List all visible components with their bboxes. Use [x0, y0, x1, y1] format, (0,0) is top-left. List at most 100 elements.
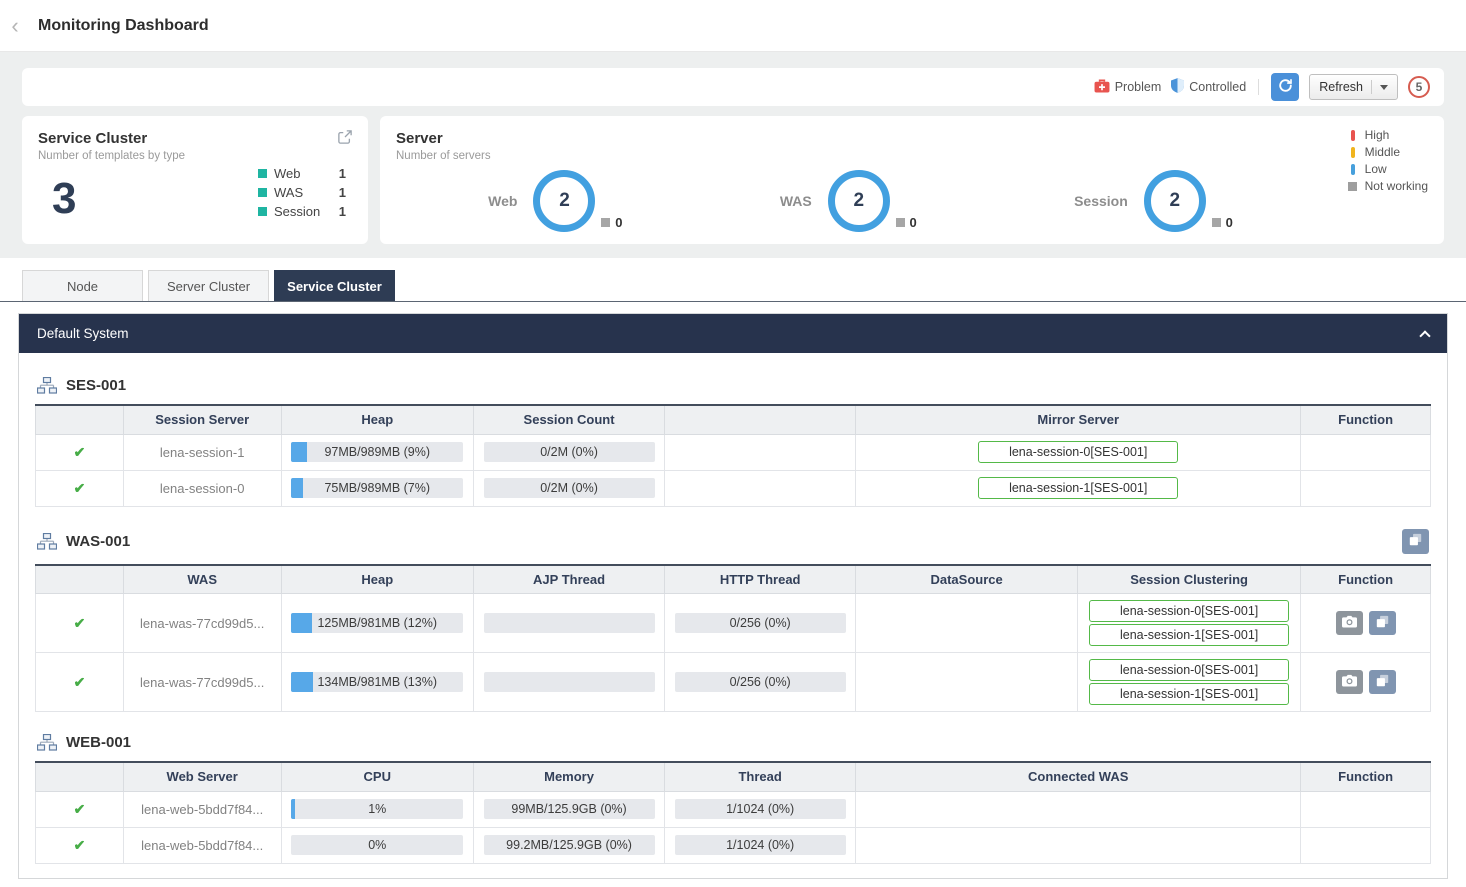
column-header: Function	[1301, 762, 1431, 791]
cell-bar: 99.2MB/125.9GB (0%)	[474, 827, 665, 863]
donut-ring: 20	[1144, 170, 1206, 232]
service-cluster-card-header: Service Cluster Number of templates by t…	[38, 130, 352, 162]
service-cluster-card: Service Cluster Number of templates by t…	[22, 116, 368, 244]
cell-bar: 0/2M (0%)	[474, 470, 665, 506]
back-chevron-icon[interactable]: ‹	[0, 15, 30, 37]
cell-bar: 1/1024 (0%)	[665, 791, 856, 827]
server-card-title: Server	[396, 130, 1428, 147]
page-header: ‹ Monitoring Dashboard	[0, 0, 1466, 52]
server-donuts: Web20WAS20Session20	[396, 170, 1428, 232]
severity-label: Low	[1365, 162, 1387, 176]
severity-swatch-icon	[1348, 130, 1359, 141]
severity-label: Middle	[1365, 145, 1400, 159]
legend-label: Session	[274, 204, 327, 219]
section-title: SES-001	[66, 377, 126, 394]
cell-empty	[856, 791, 1301, 827]
table-row: ✔lena-web-5bdd7f84...0%99.2MB/125.9GB (0…	[36, 827, 1431, 863]
column-header: DataSource	[856, 565, 1078, 594]
cell-text: lena-session-1	[123, 434, 281, 470]
copy-icon	[1376, 615, 1389, 631]
cell-empty	[856, 653, 1078, 712]
cluster-section: SES-001 Session ServerHeapSession CountMi…	[35, 377, 1431, 507]
server-card-subtitle: Number of servers	[396, 150, 1428, 162]
server-donut: Web20	[488, 170, 595, 232]
linked-server-button[interactable]: lena-session-1[SES-001]	[1089, 624, 1289, 646]
refresh-button[interactable]	[1271, 73, 1299, 101]
legend-swatch-icon	[258, 188, 267, 197]
usage-bar: 75MB/989MB (7%)	[291, 478, 463, 498]
usage-bar	[484, 672, 655, 692]
column-header: Memory	[474, 762, 665, 791]
view-tabs: NodeServer ClusterService Cluster	[0, 258, 1466, 302]
open-external-icon[interactable]	[338, 130, 352, 149]
legend-swatch-icon	[258, 169, 267, 178]
cell-text: lena-was-77cd99d5...	[123, 594, 281, 653]
section-copy-button[interactable]	[1402, 529, 1429, 554]
donut-value: 2	[559, 190, 570, 212]
linked-server-button[interactable]: lena-session-0[SES-001]	[1089, 600, 1289, 622]
cell-text: lena-web-5bdd7f84...	[123, 791, 281, 827]
column-header: AJP Thread	[474, 565, 665, 594]
cell-empty	[856, 827, 1301, 863]
linked-server-button[interactable]: lena-session-0[SES-001]	[978, 441, 1178, 463]
not-working-swatch-icon	[1212, 218, 1221, 227]
chevron-up-icon[interactable]	[1419, 330, 1430, 341]
panel-header[interactable]: Default System	[19, 314, 1447, 353]
column-header: WAS	[123, 565, 281, 594]
cell-icons	[1301, 594, 1431, 653]
copy-button[interactable]	[1369, 611, 1396, 635]
severity-legend: HighMiddleLowNot working	[1348, 128, 1428, 193]
cell-tags: lena-session-0[SES-001]lena-session-1[SE…	[1078, 653, 1301, 712]
linked-server-button[interactable]: lena-session-1[SES-001]	[1089, 683, 1289, 705]
usage-bar: 1/1024 (0%)	[675, 799, 846, 819]
cell-bar: 0/256 (0%)	[665, 653, 856, 712]
tab-node[interactable]: Node	[22, 270, 143, 301]
usage-bar: 0/256 (0%)	[675, 613, 846, 633]
donut-ring: 20	[828, 170, 890, 232]
service-cluster-card-body: 3 Web1WAS1Session1	[38, 166, 352, 221]
refresh-icon	[1278, 78, 1293, 96]
cell-empty	[1301, 827, 1431, 863]
table-header-row: Session ServerHeapSession CountMirror Se…	[36, 405, 1431, 434]
legend-label: Web	[274, 166, 327, 181]
cell-bar: 0/2M (0%)	[474, 434, 665, 470]
status-cell: ✔	[36, 827, 124, 863]
camera-button[interactable]	[1336, 611, 1363, 635]
status-ok-icon: ✔	[74, 837, 86, 853]
copy-button[interactable]	[1369, 670, 1396, 694]
monitoring-dashboard-page: ‹ Monitoring Dashboard Problem Controlle…	[0, 0, 1466, 879]
refresh-countdown-badge: 5	[1408, 76, 1430, 98]
status-cell: ✔	[36, 791, 124, 827]
status-cell: ✔	[36, 470, 124, 506]
tab-service-cluster[interactable]: Service Cluster	[274, 270, 395, 301]
donut-value: 2	[853, 190, 864, 212]
refresh-interval-dropdown[interactable]: Refresh	[1309, 74, 1398, 100]
cell-bar: 99MB/125.9GB (0%)	[474, 791, 665, 827]
severity-label: Not working	[1365, 179, 1428, 193]
dashboard-summary-band: Problem Controlled Refresh 5 Service	[0, 52, 1466, 258]
panel-title: Default System	[37, 326, 129, 341]
linked-server-button[interactable]: lena-session-0[SES-001]	[1089, 659, 1289, 681]
cluster-section: WAS-001WASHeapAJP ThreadHTTP ThreadDataS…	[35, 529, 1431, 713]
column-header: Connected WAS	[856, 762, 1301, 791]
donut-ring-circle: 2	[533, 170, 595, 232]
chevron-down-icon	[1380, 85, 1388, 90]
legend-value: 1	[339, 204, 346, 219]
status-cell: ✔	[36, 594, 124, 653]
camera-button[interactable]	[1336, 670, 1363, 694]
usage-bar: 99MB/125.9GB (0%)	[484, 799, 655, 819]
cluster-table: Web ServerCPUMemoryThreadConnected WASFu…	[35, 761, 1431, 864]
donut-label: WAS	[780, 193, 812, 209]
toolbar-divider	[1258, 79, 1259, 95]
table-row: ✔lena-was-77cd99d5...134MB/981MB (13%)0/…	[36, 653, 1431, 712]
server-donut: WAS 20	[780, 170, 890, 232]
status-cell: ✔	[36, 434, 124, 470]
usage-bar: 99.2MB/125.9GB (0%)	[484, 835, 655, 855]
linked-server-button[interactable]: lena-session-1[SES-001]	[978, 477, 1178, 499]
cell-bar	[474, 653, 665, 712]
usage-bar-label: 125MB/981MB (12%)	[291, 613, 463, 633]
tab-server-cluster[interactable]: Server Cluster	[148, 270, 269, 301]
donut-badge: 0	[1212, 215, 1233, 230]
usage-bar-label: 1/1024 (0%)	[675, 799, 846, 819]
refresh-dropdown-label: Refresh	[1319, 80, 1363, 94]
